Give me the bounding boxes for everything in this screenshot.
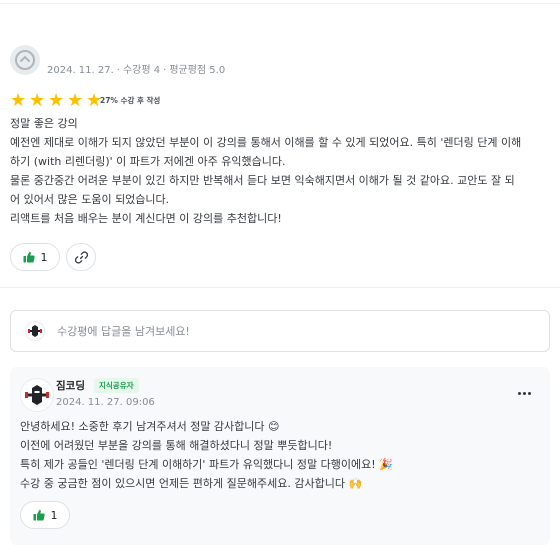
review-line: 하기 (with 리렌더링)' 이 파트가 저에겐 아주 유익했습니다. xyxy=(10,155,286,168)
thumbs-up-icon xyxy=(33,509,45,521)
answer-line: 안녕하세요! 소중한 후기 남겨주셔서 정말 감사합니다 😊 xyxy=(20,420,280,433)
instructor-avatar[interactable] xyxy=(20,378,54,412)
section-divider xyxy=(0,287,560,288)
review-line: 리액트를 처음 배우는 분이 계신다면 이 강의를 추천합니다! xyxy=(10,212,282,225)
review-like-button[interactable]: 1 xyxy=(10,243,60,271)
answer-line: 이전에 어려웠던 부분을 강의를 통해 해결하셨다니 정말 뿌듯합니다! xyxy=(20,439,333,452)
review-like-count: 1 xyxy=(40,250,48,264)
review-body: 정말 좋은 강의 예전엔 제대로 이해가 되지 않았던 부분이 이 강의를 통해… xyxy=(10,114,550,228)
more-horizontal-icon xyxy=(522,391,526,395)
link-icon xyxy=(74,250,88,264)
copy-link-button[interactable] xyxy=(66,243,96,271)
review-date: 2024. 11. 27. xyxy=(47,65,114,76)
reviewer-avatar[interactable] xyxy=(10,45,40,75)
reviewer-average-rating: 평균평점 5.0 xyxy=(169,65,226,76)
review-meta: 2024. 11. 27. · 수강평 4 · 평균평점 5.0 xyxy=(47,65,226,76)
answer-like-button[interactable]: 1 xyxy=(20,501,70,529)
review-line: 정말 좋은 강의 xyxy=(10,117,78,130)
user-avatar-icon xyxy=(15,50,35,70)
answer-line: 수강 중 궁금한 점이 있으시면 언제든 편하게 질문해주세요. 감사합니다 🙌 xyxy=(20,477,363,490)
answer-date: 2024. 11. 27. 09:06 xyxy=(56,397,155,408)
review-line: 예전엔 제대로 이해가 되지 않았던 부분이 이 강의를 통해서 이해를 할 수… xyxy=(10,136,522,149)
more-horizontal-icon xyxy=(517,391,521,395)
more-options-button[interactable] xyxy=(516,387,532,399)
current-user-avatar xyxy=(25,321,45,341)
more-horizontal-icon xyxy=(527,391,531,395)
instructor-answer-card: 짐코딩 지식공유자 2024. 11. 27. 09:06 안녕하세요! 소중한… xyxy=(10,367,550,545)
instructor-badge: 지식공유자 xyxy=(94,378,139,393)
review-line: 물론 중간중간 어려운 부분이 있긴 하지만 반복해서 듣다 보면 익숙해지면서… xyxy=(10,174,515,187)
reply-input[interactable] xyxy=(57,324,517,338)
instructor-name[interactable]: 짐코딩 xyxy=(56,378,85,393)
star-icon: ★ xyxy=(67,90,84,111)
gym-coding-logo-icon xyxy=(25,385,49,405)
answer-body: 안녕하세요! 소중한 후기 남겨주셔서 정말 감사합니다 😊 이전에 어려웠던 … xyxy=(20,417,393,493)
reviewer-review-count: 수강평 4 xyxy=(122,65,161,76)
answer-line: 특히 제가 공들인 '렌더링 단계 이해하기' 파트가 유익했다니 정말 다행이… xyxy=(20,458,393,471)
rating-stars: ★ ★ ★ ★ ★ xyxy=(10,92,104,110)
review-line: 어 있어서 많은 도움이 되었습니다. xyxy=(10,193,170,206)
reply-input-box[interactable] xyxy=(10,310,550,352)
answer-like-count: 1 xyxy=(50,508,58,522)
star-icon: ★ xyxy=(10,90,27,111)
gym-coding-logo-icon xyxy=(28,325,42,337)
thumbs-up-icon xyxy=(23,251,35,263)
top-divider xyxy=(0,0,560,4)
star-icon: ★ xyxy=(29,90,46,111)
progress-note: 27% 수강 후 작성 xyxy=(100,96,161,105)
star-icon: ★ xyxy=(48,90,65,111)
